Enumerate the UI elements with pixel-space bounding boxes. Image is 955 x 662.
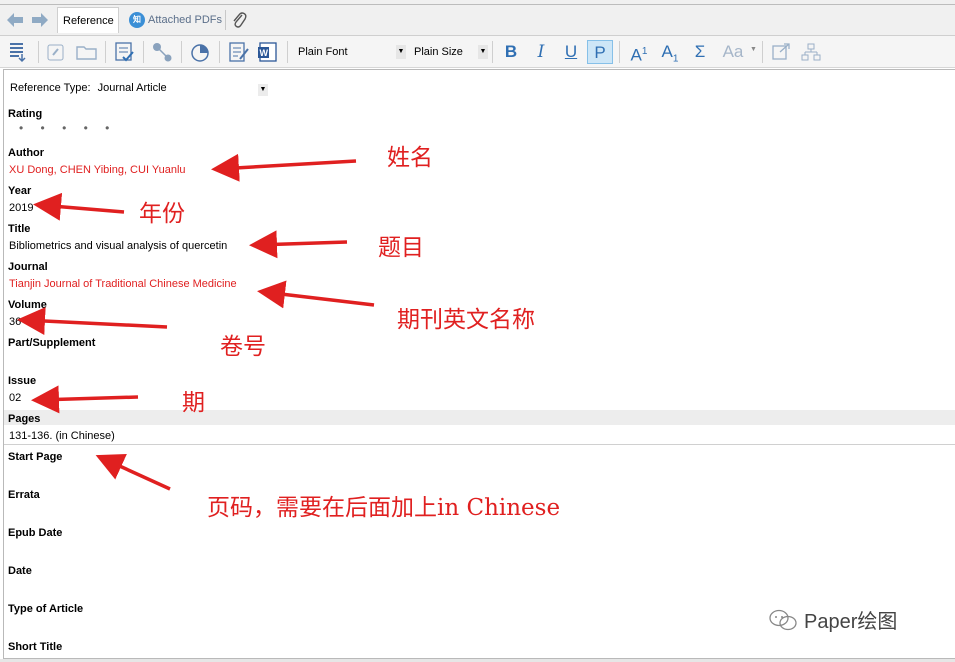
font-select[interactable]: Plain Font ▼ xyxy=(292,42,406,62)
paperclip-icon[interactable] xyxy=(231,11,247,32)
hierarchy-icon[interactable] xyxy=(800,40,822,64)
back-arrow-icon[interactable] xyxy=(6,12,24,28)
pie-chart-icon[interactable] xyxy=(188,40,212,64)
annotation-issue: 期 xyxy=(182,390,205,416)
pages-label: Pages xyxy=(8,413,41,425)
toolbar-separator xyxy=(181,41,182,63)
reference-editor: Reference Type: Journal Article ▼ Rating… xyxy=(3,69,955,659)
toolbar-separator xyxy=(105,41,106,63)
superscript-mark: 1 xyxy=(641,46,648,57)
share-nodes-icon[interactable] xyxy=(150,40,174,64)
annotation-pages: 页码，需要在后面加上in Chinese xyxy=(207,495,561,521)
volume-field[interactable]: 36 xyxy=(9,316,21,328)
rating-label: Rating xyxy=(8,108,43,120)
title-label: Title xyxy=(8,223,31,235)
chevron-down-icon[interactable]: ▼ xyxy=(258,84,268,96)
errata-label: Errata xyxy=(8,489,40,501)
formatting-toolbar: W Plain Font ▼ Plain Size ▼ B I U P A1 A… xyxy=(0,36,955,68)
pages-row-highlight xyxy=(4,410,955,425)
tab-separator xyxy=(225,10,226,30)
watermark-text: Paper绘图 xyxy=(804,611,898,633)
size-select[interactable]: Plain Size ▼ xyxy=(408,42,488,62)
pages-row-divider xyxy=(4,444,955,445)
type-of-article-label: Type of Article xyxy=(8,603,84,615)
issue-field[interactable]: 02 xyxy=(9,392,21,404)
year-label: Year xyxy=(8,185,32,197)
superscript-base: A xyxy=(630,45,642,65)
svg-text:W: W xyxy=(260,48,269,58)
subscript-mark: 1 xyxy=(672,53,679,65)
chevron-down-icon[interactable]: ▼ xyxy=(478,45,488,59)
edit-document-icon[interactable] xyxy=(227,40,251,64)
font-select-value: Plain Font xyxy=(298,46,348,58)
tab-attached-pdfs-label: Attached PDFs xyxy=(148,14,222,26)
bold-button[interactable]: B xyxy=(498,40,524,64)
toolbar-separator xyxy=(762,41,763,63)
link-icon[interactable] xyxy=(45,40,67,64)
open-external-icon[interactable] xyxy=(770,40,792,64)
title-field[interactable]: Bibliometrics and visual analysis of que… xyxy=(9,240,227,252)
subscript-button[interactable]: A1 xyxy=(656,40,684,64)
author-label: Author xyxy=(8,147,45,159)
watermark: Paper绘图 xyxy=(768,605,897,634)
checklist-icon[interactable] xyxy=(113,40,137,64)
issue-label: Issue xyxy=(8,375,37,387)
plain-button[interactable]: P xyxy=(587,40,613,64)
window-top-border xyxy=(0,4,955,5)
reference-type-value: Journal Article xyxy=(97,82,167,94)
annotation-volume: 卷号 xyxy=(220,334,266,360)
toolbar-separator xyxy=(38,41,39,63)
wechat-icon xyxy=(769,609,797,630)
year-field[interactable]: 2019 xyxy=(9,202,33,214)
toolbar-separator xyxy=(619,41,620,63)
word-icon[interactable]: W xyxy=(256,40,280,64)
superscript-button[interactable]: A1 xyxy=(625,40,653,65)
journal-field[interactable]: Tianjin Journal of Traditional Chinese M… xyxy=(9,278,237,290)
start-page-label: Start Page xyxy=(8,451,63,463)
epub-date-label: Epub Date xyxy=(8,527,63,539)
annotation-author: 姓名 xyxy=(387,145,433,171)
underline-button[interactable]: U xyxy=(558,40,584,64)
journal-label: Journal xyxy=(8,261,48,273)
volume-label: Volume xyxy=(8,299,47,311)
short-title-label: Short Title xyxy=(8,641,63,653)
toolbar-separator xyxy=(143,41,144,63)
reference-type-select[interactable]: Reference Type: Journal Article xyxy=(10,82,167,94)
italic-button[interactable]: I xyxy=(528,40,554,64)
toolbar-separator xyxy=(492,41,493,63)
insert-reference-icon[interactable] xyxy=(8,40,28,64)
tab-reference[interactable]: Reference xyxy=(57,7,119,33)
annotation-title: 题目 xyxy=(378,235,424,261)
rating-stars[interactable]: • • • • • xyxy=(19,121,116,135)
author-field[interactable]: XU Dong, CHEN Yibing, CUI Yuanlu xyxy=(9,164,186,176)
symbol-button[interactable]: Σ xyxy=(687,40,713,64)
case-dropdown-icon[interactable]: ▼ xyxy=(750,46,757,70)
reference-type-label: Reference Type: xyxy=(10,82,91,94)
forward-arrow-icon[interactable] xyxy=(31,12,49,28)
toolbar-separator xyxy=(287,41,288,63)
subscript-base: A xyxy=(661,42,673,61)
pages-field[interactable]: 131-136. (in Chinese) xyxy=(9,430,115,442)
date-label: Date xyxy=(8,565,32,577)
annotation-journal: 期刊英文名称 xyxy=(397,307,535,333)
chevron-down-icon[interactable]: ▼ xyxy=(396,45,406,59)
change-case-button[interactable]: Aa xyxy=(718,40,748,64)
cnki-icon: 知 xyxy=(129,12,145,28)
part-supplement-label: Part/Supplement xyxy=(8,337,96,349)
annotation-year: 年份 xyxy=(139,201,185,227)
folder-icon[interactable] xyxy=(75,40,99,64)
toolbar-separator xyxy=(219,41,220,63)
size-select-value: Plain Size xyxy=(414,46,463,58)
tab-attached-pdfs[interactable]: 知 Attached PDFs xyxy=(124,7,227,33)
tab-bar: Reference 知 Attached PDFs xyxy=(0,0,955,36)
